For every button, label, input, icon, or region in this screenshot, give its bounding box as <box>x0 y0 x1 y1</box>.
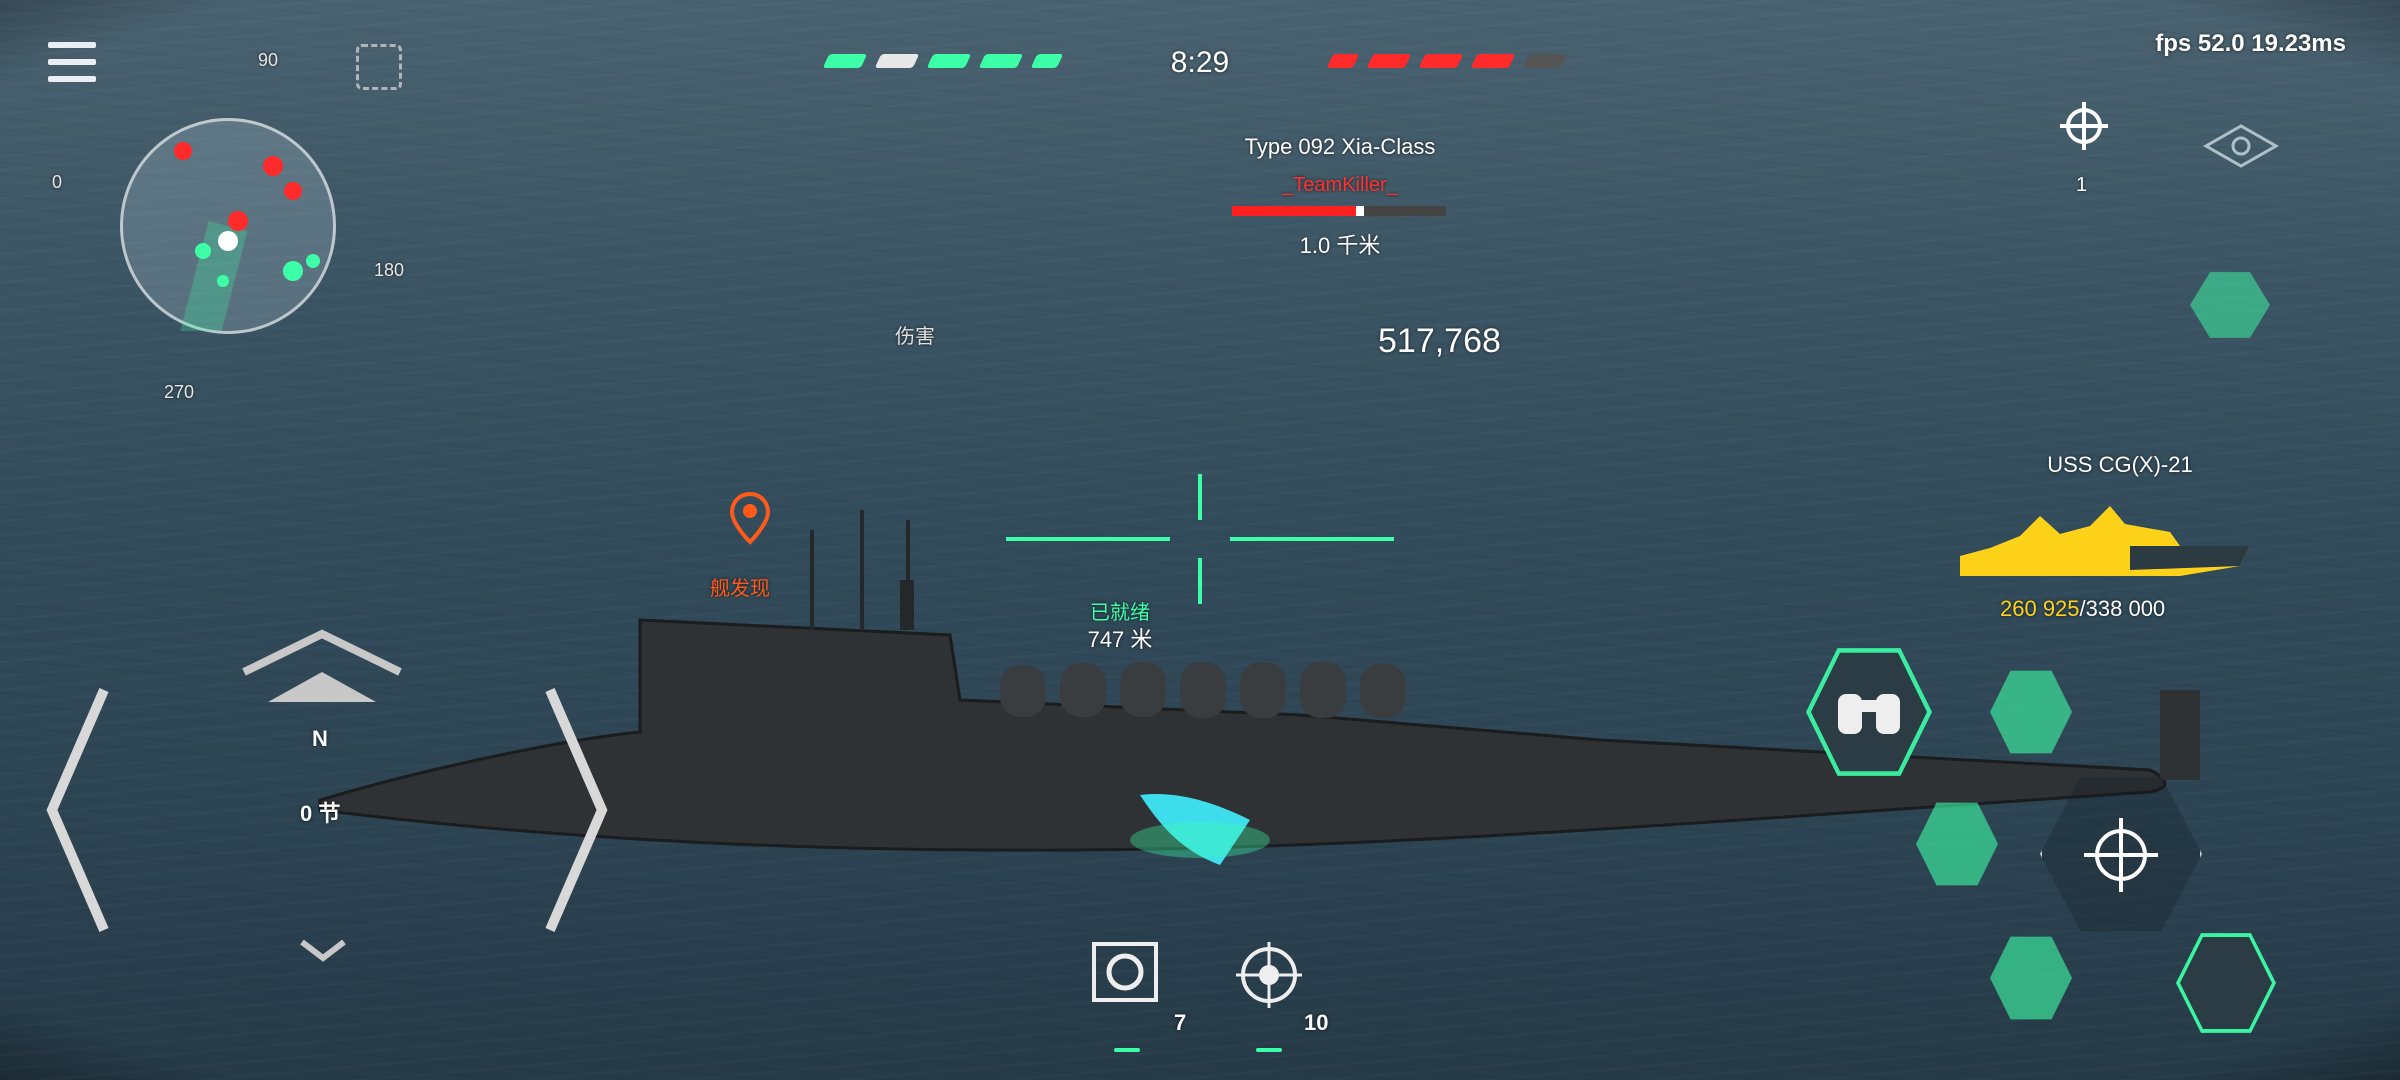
minimap-tick-270: 270 <box>164 382 195 402</box>
target-ship-name: Type 092 Xia-Class <box>1244 134 1436 159</box>
fire-crosshair-icon <box>2084 818 2158 892</box>
own-ship-name: USS CG(X)-21 <box>2047 452 2193 477</box>
crosshair-left <box>1006 537 1170 541</box>
target-distance: 1.0 千米 <box>1299 233 1381 258</box>
ability2-indicator <box>1256 1048 1282 1052</box>
throttle-down-icon[interactable] <box>298 938 348 962</box>
friendly-ship-marker <box>822 54 868 68</box>
damage-label: 伤害 <box>895 326 935 348</box>
friendly-ship-marker <box>978 54 1024 68</box>
crosshair-target-icon[interactable] <box>2058 100 2110 152</box>
damage-value: 517,768 <box>1378 322 1501 360</box>
ability1-indicator <box>1114 1048 1140 1052</box>
camera-eye-icon[interactable] <box>2196 116 2286 176</box>
aim-ability-icon[interactable] <box>1234 940 1304 1010</box>
crosshair-bottom <box>1198 558 1202 604</box>
throttle-up-icon[interactable] <box>240 628 404 708</box>
crosshair-top <box>1198 474 1202 520</box>
fullscreen-icon[interactable] <box>356 44 402 90</box>
target-hp-cursor <box>1356 206 1365 216</box>
friendly-ship-marker <box>1030 54 1064 68</box>
enemy-team-markers <box>1326 54 1568 70</box>
fps-readout: fps 52.0 19.23ms <box>2155 30 2346 57</box>
minimap-tick-180: 180 <box>374 260 405 280</box>
target-hp-bar <box>1232 206 1446 216</box>
minimap-tick-0: 0 <box>52 172 63 192</box>
match-timer: 8:29 <box>1170 46 1230 79</box>
binoculars-icon <box>1838 694 1900 734</box>
target-count: 1 <box>2076 174 2088 196</box>
weapon-range-label: 747 米 <box>1087 627 1153 652</box>
ability2-count: 10 <box>1304 1010 1329 1035</box>
enemy-ship-marker <box>1522 54 1568 68</box>
ability1-count: 7 <box>1174 1010 1187 1035</box>
own-hp-max: /338 000 <box>2079 596 2166 621</box>
friendly-team-markers <box>822 54 1064 70</box>
friendly-ship-marker <box>926 54 972 68</box>
friendly-ship-marker <box>874 54 920 68</box>
minimap[interactable] <box>120 118 336 406</box>
enemy-ship-marker <box>1470 54 1516 68</box>
own-ship-hp: 260 925/338 000 <box>2000 596 2165 622</box>
spotted-marker-label: 舰发现 <box>710 578 770 600</box>
location-pin-icon <box>730 492 770 545</box>
enemy-ship-marker <box>1366 54 1412 68</box>
weapon-ready-label: 已就绪 <box>1090 602 1150 624</box>
target-hp-fill <box>1232 206 1357 216</box>
minimap-tick-90: 90 <box>258 50 279 70</box>
sonar-ability-icon[interactable] <box>1090 940 1160 1004</box>
steer-left-arrow-icon[interactable] <box>44 680 114 940</box>
enemy-ship-marker <box>1418 54 1464 68</box>
crosshair-right <box>1230 537 1394 541</box>
steer-right-arrow-icon[interactable] <box>540 680 610 940</box>
minimap-units <box>163 142 320 406</box>
target-player-name: _TeamKiller_ <box>1282 174 1398 196</box>
heading-indicator: N <box>312 726 328 751</box>
own-hp-current: 260 925 <box>2000 596 2080 621</box>
menu-button[interactable] <box>48 42 96 82</box>
own-ship-silhouette-icon <box>1960 506 2250 576</box>
speed-indicator: 0 节 <box>300 801 341 826</box>
enemy-ship-marker <box>1326 54 1360 68</box>
